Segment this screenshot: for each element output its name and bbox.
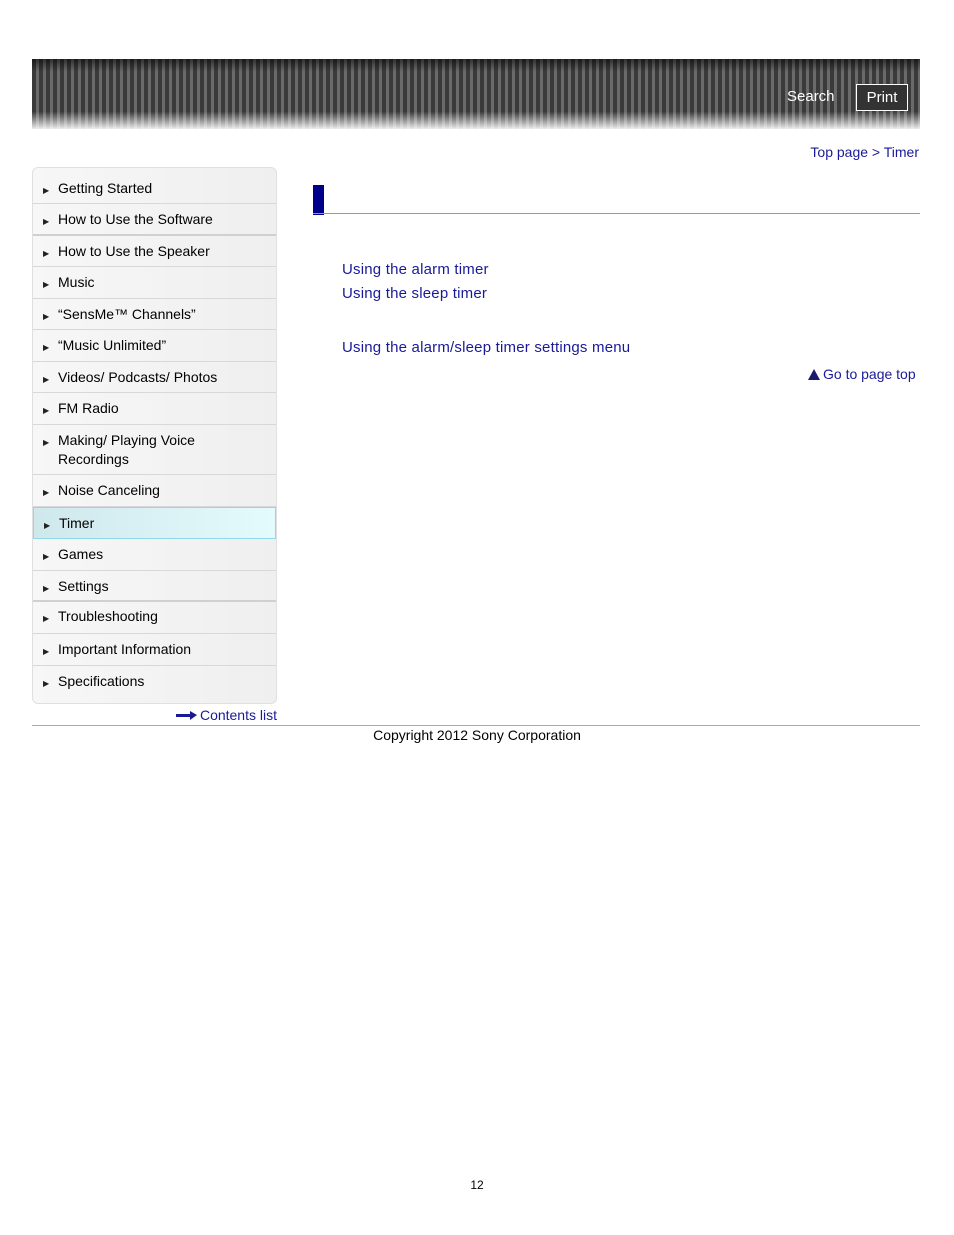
search-link[interactable]: Search [787,88,835,105]
sidebar-item-settings[interactable]: ▶ Settings [33,571,276,602]
contents-list-label: Contents list [199,707,277,723]
breadcrumb-top-page[interactable]: Top page [810,144,868,160]
sidebar-item-label: Important Information [58,641,192,657]
arrow-right-icon: ▶ [44,521,51,530]
sidebar-item-label: FM Radio [58,400,119,416]
sidebar-item-label: How to Use the Software [58,211,213,227]
arrow-right-icon: ▶ [43,406,50,415]
sidebar-item-label: Settings [58,578,109,594]
sidebar-item-timer[interactable]: ▶ Timer [33,507,276,539]
sidebar-item-important-info[interactable]: ▶ Important Information [33,634,276,666]
copyright-text: Copyright 2012 Sony Corporation [373,727,581,743]
sidebar-item-music-unlimited[interactable]: ▶ “Music Unlimited” [33,330,276,362]
sidebar-item-label: Videos/ Podcasts/ Photos [58,369,218,385]
arrow-right-icon: ▶ [43,614,50,623]
breadcrumb-timer[interactable]: Timer [884,144,919,160]
sidebar-nav: ▶ Getting Started ▶ How to Use the Softwar… [32,167,277,704]
sidebar-item-label: Specifications [58,673,145,689]
sidebar-item-fm-radio[interactable]: ▶ FM Radio [33,393,276,425]
title-divider [313,213,920,214]
link-timer-settings-menu[interactable]: Using the alarm/sleep timer settings men… [342,339,630,356]
arrow-right-icon: ▶ [43,280,50,289]
sidebar-item-label: Timer [59,515,95,531]
sidebar-item-label: Music [58,274,95,290]
sidebar-item-voice-recordings[interactable]: ▶ Making/ Playing Voice Recordings [33,425,276,475]
sidebar-item-games[interactable]: ▶ Games [33,539,276,571]
arrow-right-icon: ▶ [43,679,50,688]
arrow-right-icon: ▶ [43,584,50,593]
link-sleep-timer[interactable]: Using the sleep timer [342,285,487,302]
sidebar-item-getting-started[interactable]: ▶ Getting Started [33,168,276,204]
sidebar-item-label: “Music Unlimited” [58,337,167,353]
sidebar-item-videos[interactable]: ▶ Videos/ Podcasts/ Photos [33,362,276,393]
triangle-up-icon [808,368,820,380]
sidebar-item-label: Troubleshooting [58,608,158,624]
go-to-page-top-label: Go to page top [823,366,916,382]
sidebar-item-label: How to Use the Speaker [58,243,210,259]
arrow-right-icon: ▶ [43,312,50,321]
page-title-marker [313,185,324,215]
footer-divider [32,725,920,726]
sidebar-item-label: Noise Canceling [58,482,160,498]
contents-list-link[interactable]: Contents list [175,707,277,723]
arrow-right-icon: ▶ [43,488,50,497]
arrow-right-icon: ▶ [43,343,50,352]
go-to-page-top-link[interactable]: Go to page top [808,366,916,382]
sidebar-item-label: Getting Started [58,180,153,196]
arrow-right-icon [175,711,197,720]
sidebar-item-label: “SensMe™ Channels” [58,306,196,322]
arrow-right-icon: ▶ [43,217,50,226]
sidebar-item-sensme[interactable]: ▶ “SensMe™ Channels” [33,299,276,330]
sidebar-item-software[interactable]: ▶ How to Use the Software [33,204,276,236]
arrow-right-icon: ▶ [43,647,50,656]
arrow-right-icon: ▶ [43,552,50,561]
page-number: 12 [470,1178,484,1192]
sidebar-item-music[interactable]: ▶ Music [33,267,276,299]
breadcrumb-separator: > [871,144,881,160]
arrow-right-icon: ▶ [43,438,50,447]
sidebar-item-troubleshooting[interactable]: ▶ Troubleshooting [33,602,276,634]
arrow-right-icon: ▶ [43,249,50,258]
breadcrumb: Top page > Timer [810,144,919,160]
arrow-right-icon: ▶ [43,186,50,195]
sidebar-item-specifications[interactable]: ▶ Specifications [33,666,276,703]
link-alarm-timer[interactable]: Using the alarm timer [342,261,489,278]
arrow-right-icon: ▶ [43,375,50,384]
print-button[interactable]: Print [856,84,908,111]
sidebar-item-label: Games [58,546,104,562]
sidebar-item-noise-canceling[interactable]: ▶ Noise Canceling [33,475,276,507]
sidebar-item-label: Making/ Playing Voice Recordings [58,432,195,467]
sidebar-item-speaker[interactable]: ▶ How to Use the Speaker [33,236,276,267]
